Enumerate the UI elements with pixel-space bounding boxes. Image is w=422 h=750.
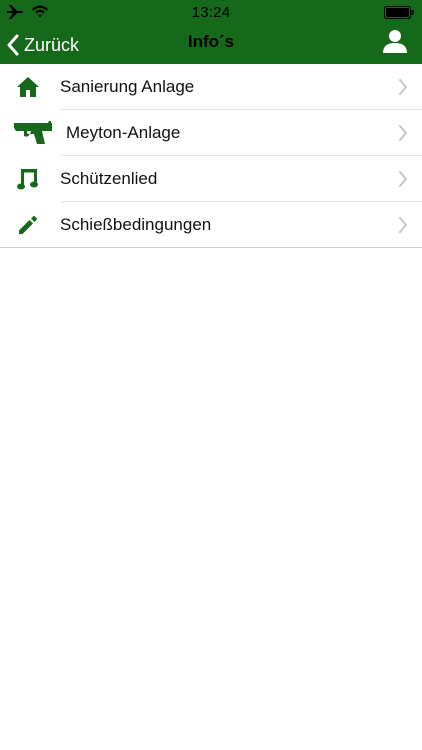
chevron-right-icon xyxy=(399,171,407,187)
page-title: Info´s xyxy=(187,32,235,51)
pistol-icon xyxy=(14,121,52,144)
music-note-icon xyxy=(17,169,38,190)
chevron-right-icon xyxy=(399,125,407,141)
list-item-sanierung-anlage[interactable]: Sanierung Anlage xyxy=(0,64,422,110)
list-item-label: Sanierung Anlage xyxy=(60,77,195,96)
home-icon xyxy=(17,77,39,97)
list-item-meyton-anlage[interactable]: Meyton-Anlage xyxy=(0,110,422,156)
list-item-label: Meyton-Anlage xyxy=(66,123,181,142)
list-item-schiessbedingungen[interactable]: Schießbedingungen xyxy=(0,202,422,248)
info-menu-list: Sanierung Anlage Meyton-Anlage Schützenl… xyxy=(0,64,422,248)
pencil-icon xyxy=(19,216,37,234)
status-time: 13:24 xyxy=(191,4,231,21)
chevron-right-icon xyxy=(399,79,407,95)
list-item-schuetzenlied[interactable]: Schützenlied xyxy=(0,156,422,202)
list-item-label: Schießbedingungen xyxy=(60,215,212,234)
person-icon[interactable] xyxy=(382,28,408,54)
status-bar: 13:24 xyxy=(0,0,422,24)
chevron-right-icon xyxy=(399,217,407,233)
top-bar: 13:24 Zurück Info´s xyxy=(0,0,422,64)
navigation-bar: Zurück Info´s xyxy=(0,24,422,64)
list-item-label: Schützenlied xyxy=(60,169,158,188)
battery-icon xyxy=(384,6,414,19)
list-bottom-divider xyxy=(0,247,422,248)
